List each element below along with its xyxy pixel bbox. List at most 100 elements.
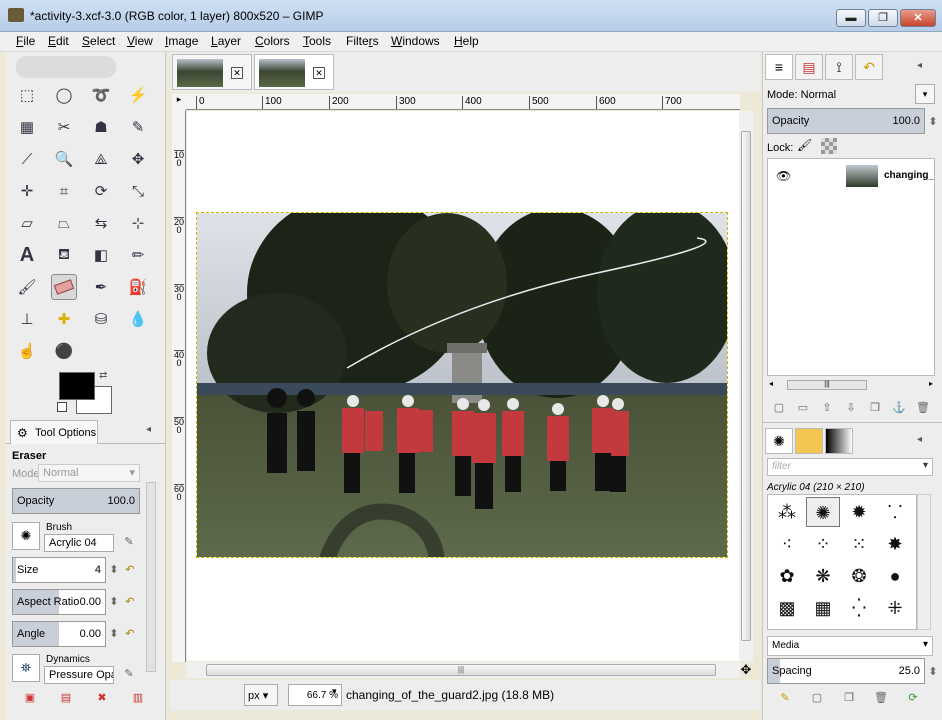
brush-tag-select[interactable]: Media ▾ <box>767 636 933 656</box>
brush-item[interactable]: ⁂ <box>770 497 804 527</box>
tab-channels[interactable]: ▤ <box>795 54 823 80</box>
lock-pixels-icon[interactable]: 🖌 <box>797 138 812 152</box>
maximize-button[interactable]: ❐ <box>868 9 898 27</box>
spacing-slider[interactable]: Spacing 25.0 <box>767 658 925 684</box>
tab-undo[interactable]: ↶ <box>855 54 883 80</box>
perspective-icon[interactable]: ⏢ <box>51 210 77 236</box>
brush-item[interactable]: ❋ <box>806 561 840 591</box>
color-picker-icon[interactable]: ⟋ <box>14 146 40 172</box>
close-icon[interactable]: ✕ <box>313 67 325 79</box>
tab-menu-icon[interactable]: ◂ <box>917 60 922 71</box>
brush-item[interactable]: ⁙ <box>842 529 876 559</box>
smudge-icon[interactable]: ☝ <box>14 338 40 364</box>
edit-dynamics-icon[interactable]: ✎ <box>121 666 137 682</box>
restore-options-icon[interactable]: ▤ <box>58 690 74 706</box>
brush-item[interactable]: ▩ <box>770 593 804 623</box>
tab-brushes[interactable]: ✺ <box>765 428 793 454</box>
image-layer[interactable] <box>196 212 728 558</box>
unit-select[interactable]: px ▾ <box>244 684 278 706</box>
menu-filters[interactable]: Filters <box>346 34 379 48</box>
tab-tool-options[interactable]: ⚙ Tool Options <box>10 420 98 444</box>
default-colors-icon[interactable] <box>57 402 67 412</box>
size-slider[interactable]: Size 4 <box>12 557 106 583</box>
image-canvas[interactable] <box>187 111 739 661</box>
brush-item[interactable]: ⸪ <box>878 497 912 527</box>
dock-separator[interactable] <box>763 422 942 423</box>
duplicate-brush-icon[interactable]: ❐ <box>841 690 857 706</box>
angle-slider[interactable]: Angle 0.00 <box>12 621 106 647</box>
menu-layer[interactable]: Layer <box>211 34 241 48</box>
minimize-button[interactable]: ▬ <box>836 9 866 27</box>
opacity-slider[interactable]: Opacity 100.0 <box>12 488 140 514</box>
select-by-color-icon[interactable]: ▦ <box>14 114 40 140</box>
cage-transform-icon[interactable]: ⊹ <box>125 210 151 236</box>
menu-help[interactable]: Help <box>454 34 479 48</box>
close-button[interactable]: ✕ <box>900 9 936 27</box>
tool-options-scrollbar[interactable] <box>146 482 156 672</box>
menu-windows[interactable]: Windows <box>391 34 440 48</box>
horizontal-ruler[interactable]: 0 100 200 300 400 500 600 700 <box>186 94 740 110</box>
foreground-color-swatch[interactable] <box>59 372 95 400</box>
flip-icon[interactable]: ⇆ <box>88 210 114 236</box>
delete-brush-icon[interactable]: 🗑 <box>873 690 889 706</box>
new-brush-icon[interactable]: ▢ <box>809 690 825 706</box>
layer-name[interactable]: changing_ <box>884 170 934 181</box>
brush-item[interactable]: ✸ <box>878 529 912 559</box>
horizontal-scrollbar[interactable]: ||| <box>186 662 740 678</box>
free-select-icon[interactable]: ➰ <box>88 82 114 108</box>
size-spin-icon[interactable]: ⬍ <box>106 562 122 578</box>
eye-icon[interactable]: 👁 <box>776 169 791 183</box>
airbrush-icon[interactable]: ✒ <box>88 274 114 300</box>
layers-scroll-thumb[interactable]: ||| <box>787 380 867 390</box>
layer-row[interactable]: 👁 changing_ <box>768 161 934 191</box>
menu-image[interactable]: Image <box>165 34 198 48</box>
zoom-icon[interactable]: 🔍 <box>51 146 77 172</box>
delete-layer-icon[interactable]: 🗑 <box>915 400 931 416</box>
menu-view[interactable]: View <box>127 34 153 48</box>
foreground-select-icon[interactable]: ☗ <box>88 114 114 140</box>
aspect-ratio-slider[interactable]: Aspect Ratio 0.00 <box>12 589 106 615</box>
brush-field[interactable]: Acrylic 04 <box>44 534 114 552</box>
vertical-ruler[interactable]: 100 200 300 400 500 600 <box>172 110 186 662</box>
quick-mask-toggle-icon[interactable]: ▸ <box>172 94 186 110</box>
scale-icon[interactable]: ⤡ <box>125 178 151 204</box>
edit-brush-icon[interactable]: ✎ <box>121 534 137 550</box>
spacing-spin-icon[interactable]: ⬍ <box>925 664 941 680</box>
scissors-icon[interactable]: ✂ <box>51 114 77 140</box>
brush-preview[interactable]: ✺ <box>12 522 40 550</box>
heal-icon[interactable]: ✚ <box>51 306 77 332</box>
pencil-icon[interactable]: ✏ <box>125 242 151 268</box>
opacity-spin-icon[interactable]: ⬍ <box>925 114 941 130</box>
anchor-layer-icon[interactable]: ⚓ <box>891 400 907 416</box>
brush-item[interactable]: ✿ <box>770 561 804 591</box>
navigate-icon[interactable]: ✥ <box>739 662 753 678</box>
chevron-down-icon[interactable]: ▾ <box>332 686 337 697</box>
tab-menu-icon[interactable]: ◂ <box>917 434 922 445</box>
swap-colors-icon[interactable]: ⇄ <box>99 370 107 381</box>
reset-options-icon[interactable]: ▥ <box>130 690 146 706</box>
delete-options-icon[interactable]: ✖ <box>94 690 110 706</box>
crop-icon[interactable]: ⌗ <box>51 178 77 204</box>
mode-select[interactable]: Normal ▾ <box>38 464 140 482</box>
new-group-icon[interactable]: ▭ <box>795 400 811 416</box>
menu-tools[interactable]: Tools <box>303 34 331 48</box>
clone-icon[interactable]: ⊥ <box>14 306 40 332</box>
raise-layer-icon[interactable]: ⇧ <box>819 400 835 416</box>
ink-icon[interactable]: ⛽ <box>125 274 151 300</box>
tab-paths[interactable]: ⟟ <box>825 54 853 80</box>
menu-colors[interactable]: Colors <box>255 34 290 48</box>
layer-opacity-slider[interactable]: Opacity 100.0 <box>767 108 925 134</box>
lock-alpha-icon[interactable] <box>821 138 837 154</box>
horizontal-scroll-thumb[interactable]: ||| <box>206 664 716 676</box>
dynamics-preview[interactable]: ⛯ <box>12 654 40 682</box>
brush-item[interactable]: ▦ <box>806 593 840 623</box>
dodge-burn-icon[interactable]: ⚫ <box>51 338 77 364</box>
angle-spin-icon[interactable]: ⬍ <box>106 626 122 642</box>
bucket-fill-icon[interactable]: ⛾ <box>51 242 77 268</box>
paths-icon[interactable]: ✎ <box>125 114 151 140</box>
image-tab-2[interactable]: ✕ <box>254 54 334 90</box>
image-tab-1[interactable]: ✕ <box>172 54 252 90</box>
ellipse-select-icon[interactable]: ◯ <box>51 82 77 108</box>
dynamics-field[interactable]: Pressure Opac <box>44 666 114 684</box>
tab-menu-icon[interactable]: ◂ <box>146 424 151 435</box>
